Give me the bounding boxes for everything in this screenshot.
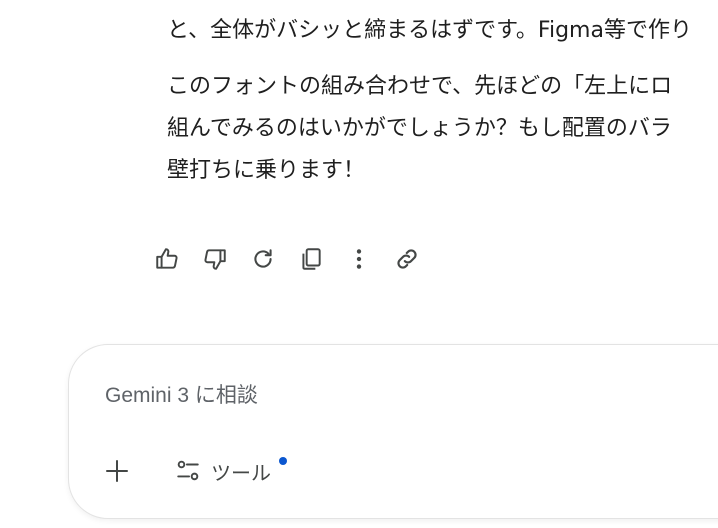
prompt-composer: Gemini 3 に相談 ツール (68, 344, 718, 519)
copy-icon (302, 248, 321, 270)
tools-button[interactable]: ツール (175, 455, 271, 487)
more-options-button[interactable] (344, 241, 374, 277)
response-line: このフォントの組み合わせで、先ほどの「左上にロ (167, 74, 673, 99)
response-paragraph-2: このフォントの組み合わせで、先ほどの「左上にロ 組んでみるのはいかがでしょうか？… (167, 66, 718, 192)
redo-button[interactable] (248, 241, 278, 277)
plus-icon (106, 460, 128, 482)
bad-response-button[interactable] (200, 241, 230, 277)
model-response: と、全体がバシッと締まるはずです。Figma等で作り このフォントの組み合わせで… (167, 10, 718, 192)
copy-button[interactable] (296, 241, 326, 277)
tune-icon (177, 460, 199, 481)
response-line: と、全体がバシッと締まるはずです。Figma等で作り (167, 18, 692, 43)
response-paragraph-1: と、全体がバシッと締まるはずです。Figma等で作り (167, 10, 718, 52)
tools-label: ツール (211, 460, 271, 485)
more-vert-icon (356, 249, 362, 269)
thumbs-up-icon (156, 248, 178, 269)
thumbs-down-icon (204, 249, 226, 270)
response-line: 壁打ちに乗ります！ (167, 158, 366, 183)
new-feature-indicator (279, 457, 287, 465)
chat-page: と、全体がバシッと締まるはずです。Figma等で作り このフォントの組み合わせで… (0, 0, 718, 528)
link-icon (397, 249, 417, 269)
share-link-button[interactable] (392, 241, 422, 277)
response-line: 組んでみるのはいかがでしょうか？もし配置のバラ (167, 116, 672, 141)
prompt-input[interactable]: Gemini 3 に相談 (105, 379, 258, 409)
good-response-button[interactable] (152, 241, 182, 277)
response-actions (152, 241, 440, 277)
redo-icon (254, 249, 272, 268)
add-attachment-button[interactable] (105, 459, 129, 483)
